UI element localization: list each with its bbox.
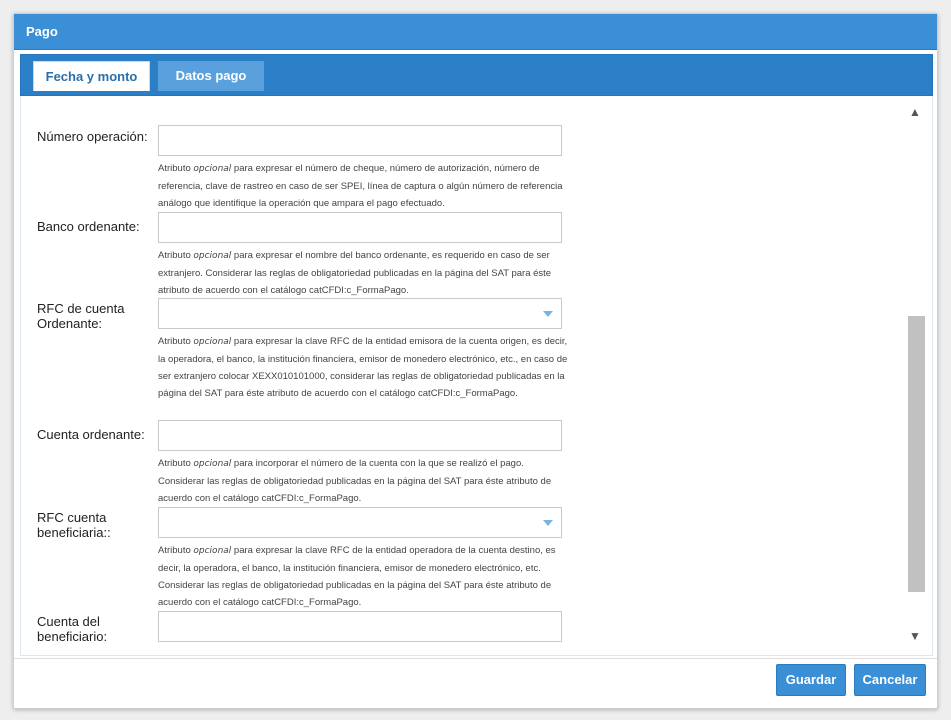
- form-scroll-area[interactable]: Número operación: Atributo opcional para…: [21, 104, 916, 644]
- numero-operacion-label: Número operación:: [37, 129, 148, 144]
- scroll-thumb[interactable]: [908, 316, 925, 592]
- payment-dialog: Pago Fecha y monto Datos pago Número ope…: [13, 13, 938, 709]
- vertical-scrollbar[interactable]: ▲ ▼: [905, 104, 925, 644]
- tab-fecha-y-monto[interactable]: Fecha y monto: [33, 61, 150, 91]
- chevron-down-icon: [543, 311, 553, 317]
- cuenta-ordenante-help: Atributo opcional para incorporar el núm…: [158, 458, 552, 504]
- tab-content: Número operación: Atributo opcional para…: [20, 96, 933, 656]
- rfc-cuenta-ordenante-label: RFC de cuenta Ordenante:: [37, 301, 125, 331]
- rfc-cuenta-beneficiaria-label: RFC cuenta beneficiaria::: [37, 510, 111, 540]
- tab-datos-pago[interactable]: Datos pago: [158, 61, 264, 91]
- scroll-up-icon[interactable]: ▲: [907, 104, 923, 120]
- rfc-cuenta-beneficiaria-select[interactable]: [158, 507, 562, 538]
- numero-operacion-input[interactable]: [158, 125, 562, 156]
- cuenta-beneficiario-input[interactable]: [158, 611, 562, 642]
- dialog-title: Pago: [14, 14, 937, 50]
- rfc-cuenta-beneficiaria-help: Atributo opcional para expresar la clave…: [158, 545, 556, 608]
- cuenta-ordenante-label: Cuenta ordenante:: [37, 427, 145, 442]
- clipped-help-text: [158, 104, 568, 110]
- cuenta-ordenante-input[interactable]: [158, 420, 562, 451]
- scroll-down-icon[interactable]: ▼: [907, 628, 923, 644]
- banco-ordenante-input[interactable]: [158, 212, 562, 243]
- numero-operacion-help: Atributo opcional para expresar el númer…: [158, 163, 563, 209]
- tab-bar: Fecha y monto Datos pago: [20, 54, 933, 96]
- cancel-button[interactable]: Cancelar: [854, 664, 926, 696]
- cuenta-beneficiario-label: Cuenta del beneficiario:: [37, 614, 108, 644]
- footer-divider: [14, 658, 937, 659]
- banco-ordenante-label: Banco ordenante:: [37, 219, 140, 234]
- rfc-cuenta-ordenante-select[interactable]: [158, 298, 562, 329]
- rfc-cuenta-ordenante-help: Atributo opcional para expresar la clave…: [158, 336, 568, 399]
- save-button[interactable]: Guardar: [776, 664, 846, 696]
- chevron-down-icon: [543, 520, 553, 526]
- banco-ordenante-help: Atributo opcional para expresar el nombr…: [158, 250, 552, 296]
